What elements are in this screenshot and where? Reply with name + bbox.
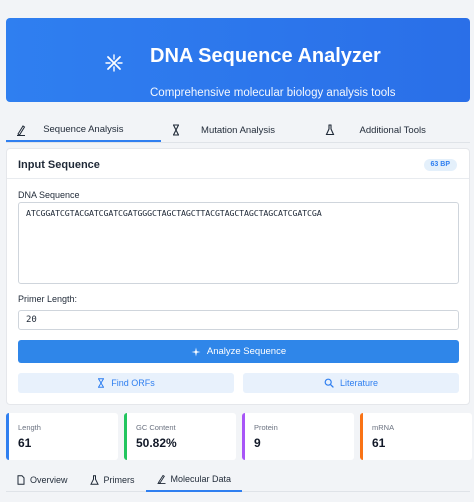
hourglass-icon	[171, 124, 181, 136]
hourglass-icon	[97, 378, 105, 388]
stat-value: 61	[18, 436, 32, 450]
tab-additional-tools[interactable]: Additional Tools	[315, 118, 470, 142]
document-icon	[17, 475, 25, 485]
tab-label: Overview	[30, 475, 68, 485]
stat-label: Length	[18, 423, 41, 432]
page-title: DNA Sequence Analyzer	[150, 45, 381, 67]
stat-value: 9	[254, 436, 261, 450]
primer-length-input[interactable]: 20	[18, 310, 459, 330]
flask-icon	[89, 475, 99, 485]
stat-value: 61	[372, 436, 386, 450]
page-subtitle: Comprehensive molecular biology analysis…	[150, 87, 396, 99]
tab-overview[interactable]: Overview	[6, 468, 79, 492]
dna-sequence-input[interactable]: ATCGGATCGTACGATCGATCGATGGGCTAGCTAGCTTACG…	[18, 202, 459, 284]
tab-label: Additional Tools	[359, 124, 426, 136]
analyze-sequence-label: Analyze Sequence	[206, 346, 287, 357]
card-title: Input Sequence	[18, 159, 100, 171]
primer-length-label: Primer Length:	[18, 294, 78, 304]
stat-gc-content: GC Content 50.82%	[124, 413, 236, 460]
tab-label: Molecular Data	[170, 474, 232, 484]
results-tabs: Overview Primers Molecular Data	[6, 468, 470, 492]
tab-sequence-analysis[interactable]: Sequence Analysis	[6, 118, 161, 142]
tab-label: Primers	[103, 475, 135, 485]
stat-label: GC Content	[136, 423, 176, 432]
length-badge: 63 BP	[423, 159, 457, 171]
search-icon	[324, 378, 334, 388]
app-header: DNA Sequence Analyzer Comprehensive mole…	[6, 18, 470, 102]
stat-label: mRNA	[372, 423, 395, 432]
stat-protein: Protein 9	[242, 413, 354, 460]
literature-button[interactable]: Literature	[243, 373, 459, 393]
input-sequence-card: Input Sequence 63 BP DNA Sequence ATCGGA…	[6, 148, 470, 405]
find-orfs-button[interactable]: Find ORFs	[18, 373, 234, 393]
pen-icon	[16, 124, 26, 136]
tab-label: Mutation Analysis	[201, 124, 275, 136]
stat-label: Protein	[254, 423, 278, 432]
flask-icon	[325, 124, 335, 136]
stat-length: Length 61	[6, 413, 118, 460]
literature-label: Literature	[339, 378, 379, 388]
dna-icon	[103, 52, 129, 78]
tab-primers[interactable]: Primers	[79, 468, 146, 492]
find-orfs-label: Find ORFs	[111, 378, 155, 388]
analyze-sequence-button[interactable]: Analyze Sequence	[18, 340, 459, 363]
dna-sequence-label: DNA Sequence	[18, 190, 80, 200]
tab-molecular-data[interactable]: Molecular Data	[145, 468, 243, 492]
tab-mutation-analysis[interactable]: Mutation Analysis	[161, 118, 316, 142]
card-header: Input Sequence 63 BP	[7, 149, 469, 179]
stat-mrna: mRNA 61	[360, 413, 472, 460]
sparkle-icon	[191, 347, 201, 357]
tab-label: Sequence Analysis	[43, 123, 124, 135]
pen-icon	[157, 474, 166, 484]
main-tabs: Sequence Analysis Mutation Analysis Addi…	[6, 118, 470, 143]
stat-value: 50.82%	[136, 436, 177, 450]
